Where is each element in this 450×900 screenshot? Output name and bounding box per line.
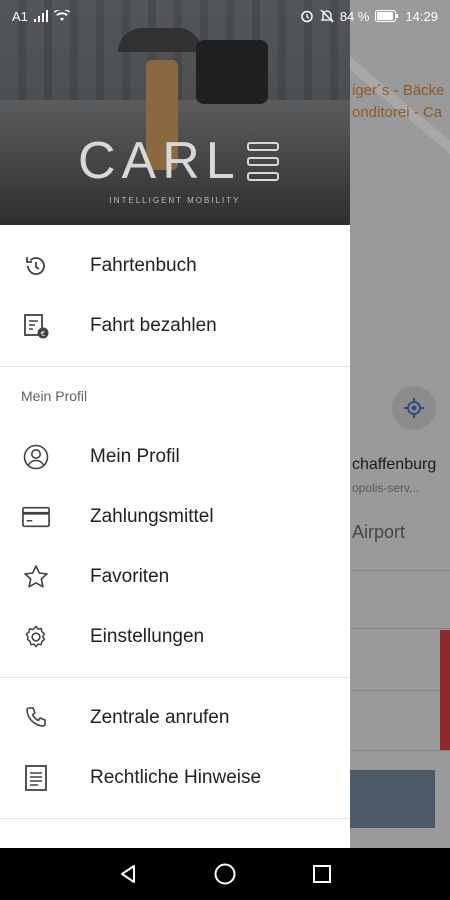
menu-item-label: Einstellungen xyxy=(90,626,205,647)
menu-divider xyxy=(0,366,350,367)
map-divider xyxy=(350,750,450,751)
clock: 14:29 xyxy=(405,8,438,24)
back-triangle-icon xyxy=(121,865,136,883)
menu-divider xyxy=(0,677,350,678)
user-icon xyxy=(22,443,50,471)
menu-item-rechtliche-hinweise[interactable]: Rechtliche Hinweise xyxy=(0,748,350,808)
home-circle-icon xyxy=(214,863,236,885)
menu-item-label: Fahrtenbuch xyxy=(90,255,197,276)
signal-icon xyxy=(33,10,48,22)
map-divider xyxy=(350,628,450,629)
recents-square-icon xyxy=(312,865,331,883)
map-address-sub: opolis-serv... xyxy=(352,481,420,495)
map-divider xyxy=(350,570,450,571)
gear-icon xyxy=(22,623,50,651)
locate-me-button[interactable] xyxy=(392,386,436,430)
alarm-icon xyxy=(301,10,313,23)
map-red-accent xyxy=(440,630,450,750)
menu-item-label: Rechtliche Hinweise xyxy=(90,767,262,788)
recents-button[interactable] xyxy=(302,854,342,894)
system-navigation-bar xyxy=(0,848,450,900)
navigation-drawer: CARL INTELLIGENT MOBILITY Fahrtenbuch € … xyxy=(0,0,350,848)
phone-icon xyxy=(22,704,50,732)
menu-item-label: Zentrale anrufen xyxy=(90,707,230,728)
battery-icon xyxy=(375,10,399,22)
wifi-icon xyxy=(53,10,70,21)
menu-divider xyxy=(0,818,350,819)
home-button[interactable] xyxy=(205,854,245,894)
status-bar: A1 84 % 14:29 xyxy=(0,0,450,32)
map-poi-line-2: onditorei - Ca xyxy=(352,104,443,121)
menu-item-fahrt-bezahlen[interactable]: € Fahrt bezahlen xyxy=(0,296,350,356)
history-icon xyxy=(22,252,50,280)
menu-item-zentrale-anrufen[interactable]: Zentrale anrufen xyxy=(0,688,350,748)
brand-tagline: INTELLIGENT MOBILITY xyxy=(109,196,241,205)
map-poi-label: iger´s - Bäcke onditorei - Ca xyxy=(352,80,445,124)
mute-icon xyxy=(320,9,334,23)
menu-item-fahrtenbuch[interactable]: Fahrtenbuch xyxy=(0,236,350,296)
map-divider xyxy=(350,690,450,691)
receipt-pay-icon: € xyxy=(22,312,50,340)
carrier-label: A1 xyxy=(12,8,28,24)
document-icon xyxy=(22,764,50,792)
back-button[interactable] xyxy=(108,854,148,894)
map-address: chaffenburg xyxy=(352,456,437,473)
map-poi-line-1: iger´s - Bäcke xyxy=(352,82,445,99)
menu-item-label: Zahlungsmittel xyxy=(90,506,214,527)
crosshair-icon xyxy=(404,398,424,418)
airport-shortcut[interactable]: Airport xyxy=(352,522,405,543)
hero-taxi xyxy=(196,40,268,104)
section-title-profile: Mein Profil xyxy=(21,388,88,404)
svg-text:€: € xyxy=(41,330,45,338)
menu-item-favoriten[interactable]: Favoriten xyxy=(0,547,350,607)
star-icon xyxy=(22,563,50,591)
menu-item-label: Mein Profil xyxy=(90,446,180,467)
credit-card-icon xyxy=(22,503,50,531)
logo-text: CARL xyxy=(78,132,241,190)
menu-item-zahlungsmittel[interactable]: Zahlungsmittel xyxy=(0,487,350,547)
battery-percent: 84 % xyxy=(339,8,370,24)
menu-item-mein-profil[interactable]: Mein Profil xyxy=(0,427,350,487)
drawer-header-image: CARL INTELLIGENT MOBILITY xyxy=(0,0,350,225)
status-bar-left: A1 xyxy=(12,9,70,24)
menu-item-label: Fahrt bezahlen xyxy=(90,315,217,336)
menu-item-einstellungen[interactable]: Einstellungen xyxy=(0,607,350,667)
menu-item-label: Favoriten xyxy=(90,566,170,587)
carl-logo: CARL xyxy=(78,132,279,190)
status-bar-right: 84 % 14:29 xyxy=(300,9,438,24)
logo-bars-icon xyxy=(246,141,279,181)
map-action-button[interactable] xyxy=(350,770,435,828)
airport-label: Airport xyxy=(352,522,406,542)
